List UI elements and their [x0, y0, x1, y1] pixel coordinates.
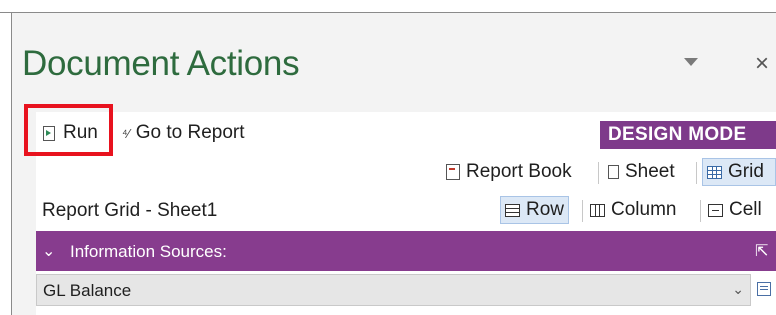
- close-icon[interactable]: ×: [755, 52, 769, 76]
- chevron-down-icon: ⌄: [732, 281, 744, 297]
- information-sources-bar: ⌄ Information Sources: ⇱: [36, 231, 776, 271]
- row-label: Row: [526, 199, 565, 220]
- pane-title: Document Actions: [22, 44, 300, 83]
- separator: [598, 162, 599, 184]
- grid-icon: [707, 165, 722, 179]
- report-book-label: Report Book: [466, 161, 572, 182]
- report-book-icon: [446, 164, 460, 180]
- collapse-chevron-icon[interactable]: ⌄: [42, 241, 55, 261]
- information-source-value: GL Balance: [43, 281, 132, 300]
- cell-icon: [708, 203, 723, 217]
- sheet-icon: [608, 165, 619, 179]
- go-to-report-label: Go to Report: [135, 122, 245, 143]
- row-button[interactable]: Row: [500, 196, 570, 224]
- report-grid-header: Report Grid - Sheet1 Row Column Cell: [36, 190, 776, 230]
- pin-icon[interactable]: ⇱: [755, 241, 768, 261]
- view-toolbar: Report Book Sheet Grid: [36, 154, 776, 190]
- column-button[interactable]: Column: [586, 196, 680, 224]
- column-label: Column: [611, 199, 677, 220]
- report-grid-title: Report Grid - Sheet1: [42, 200, 218, 221]
- information-source-select[interactable]: GL Balance ⌄: [36, 274, 751, 306]
- information-source-row: GL Balance ⌄: [36, 274, 776, 306]
- column-icon: [590, 203, 605, 217]
- go-to-report-icon: ⁴⁄: [122, 125, 130, 141]
- go-to-report-button[interactable]: ⁴⁄ Go to Report: [122, 122, 245, 144]
- information-sources-label: Information Sources:: [70, 242, 227, 261]
- cell-button[interactable]: Cell: [704, 196, 766, 224]
- design-mode-badge: DESIGN MODE: [600, 121, 776, 149]
- grid-label: Grid: [728, 161, 764, 182]
- cell-label: Cell: [729, 199, 762, 220]
- report-book-button[interactable]: Report Book: [442, 158, 576, 186]
- sheet-button[interactable]: Sheet: [604, 158, 679, 186]
- separator: [696, 162, 697, 184]
- sheet-label: Sheet: [625, 161, 675, 182]
- grid-button[interactable]: Grid: [702, 158, 776, 186]
- edit-source-icon[interactable]: [757, 282, 771, 296]
- separator: [582, 200, 583, 222]
- separator: [700, 200, 701, 222]
- window-top-edge: [0, 0, 776, 13]
- row-icon: [505, 203, 520, 217]
- chevron-down-icon[interactable]: [684, 58, 698, 66]
- run-highlight-box: [24, 104, 113, 156]
